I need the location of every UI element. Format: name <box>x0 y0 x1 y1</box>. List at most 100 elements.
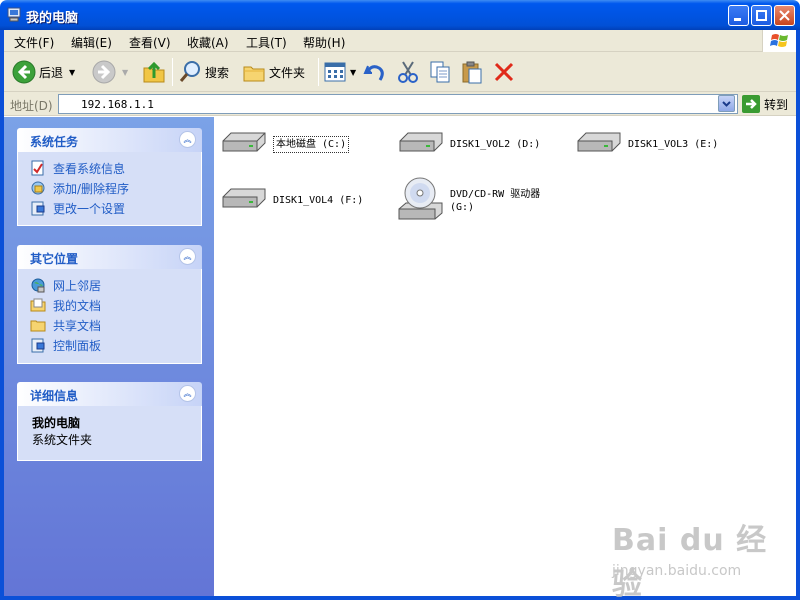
views-icon <box>324 62 346 82</box>
hard-disk-icon <box>222 132 266 152</box>
control-panel-icon <box>31 201 45 216</box>
copy-icon <box>430 61 450 83</box>
close-button[interactable] <box>774 5 795 26</box>
details-body: 我的电脑 系统文件夹 <box>17 406 202 461</box>
network-places-icon <box>31 278 45 293</box>
collapse-chevron-icon[interactable]: ︽ <box>179 385 196 402</box>
window-title: 我的电脑 <box>26 11 79 26</box>
dvd-drive-icon <box>398 177 443 220</box>
system-tasks-header[interactable]: 系统任务 ︽ <box>17 128 202 152</box>
place-label: 我的文档 <box>53 298 102 313</box>
search-button[interactable]: 搜索 <box>178 52 229 92</box>
address-bar: 地址(D) 192.168.1.1 转到 <box>4 92 796 116</box>
drive-list: 本地磁盘 (C:) DISK1_VOL2 (D:) DISK1_VOL3 (E:… <box>214 117 796 600</box>
task-view-system-info[interactable]: 查看系统信息 <box>18 158 201 178</box>
up-folder-button[interactable] <box>142 52 166 92</box>
details-description: 系统文件夹 <box>32 433 93 447</box>
place-network-neighborhood[interactable]: 网上邻居 <box>18 275 201 295</box>
system-info-icon <box>31 160 44 176</box>
details-panel: 详细信息 ︽ 我的电脑 系统文件夹 <box>17 382 202 461</box>
back-arrow-icon <box>12 60 36 84</box>
go-button[interactable]: 转到 <box>742 95 788 113</box>
place-label: 共享文档 <box>53 318 102 333</box>
task-add-remove-programs[interactable]: 添加/删除程序 <box>18 178 201 198</box>
delete-button[interactable] <box>492 52 516 92</box>
address-label: 地址(D) <box>10 99 53 113</box>
toolbar: 后退 ▼ ▼ 搜索 文件夹 ▼ <box>4 52 796 92</box>
drive-label-line1: DVD/CD-RW 驱动器 <box>450 189 541 200</box>
back-button[interactable]: 后退 ▼ <box>12 52 75 92</box>
control-panel-icon <box>31 338 45 353</box>
other-places-title: 其它位置 <box>30 252 79 266</box>
undo-button[interactable] <box>362 52 388 92</box>
paste-button[interactable] <box>460 52 484 92</box>
windows-logo <box>762 30 796 52</box>
address-dropdown-button[interactable] <box>718 95 735 112</box>
other-places-header[interactable]: 其它位置 ︽ <box>17 245 202 269</box>
forward-arrow-icon <box>92 60 116 84</box>
collapse-chevron-icon[interactable]: ︽ <box>179 248 196 265</box>
menu-file[interactable]: 文件(F) <box>14 34 54 51</box>
menu-view[interactable]: 查看(V) <box>129 34 171 51</box>
menu-favorites[interactable]: 收藏(A) <box>187 34 229 51</box>
maximize-icon <box>756 10 767 21</box>
drive-label: DVD/CD-RW 驱动器 (G:) <box>450 188 540 214</box>
menu-help[interactable]: 帮助(H) <box>303 34 345 51</box>
other-places-panel: 其它位置 ︽ 网上邻居 我的文档 共享文档 控制面板 <box>17 245 202 364</box>
copy-button[interactable] <box>428 52 452 92</box>
undo-icon <box>363 65 384 81</box>
place-label: 控制面板 <box>53 338 102 353</box>
place-label: 网上邻居 <box>53 278 102 293</box>
views-button[interactable]: ▼ <box>324 52 356 92</box>
computer-icon <box>7 7 21 22</box>
forward-dropdown-icon[interactable]: ▼ <box>122 68 128 77</box>
task-label: 更改一个设置 <box>53 201 126 216</box>
watermark-sub: jingyan.baidu.com <box>612 563 742 579</box>
cut-button[interactable] <box>396 52 420 92</box>
drive-label: DISK1_VOL3 (E:) <box>628 138 719 150</box>
collapse-chevron-icon[interactable]: ︽ <box>179 131 196 148</box>
task-change-setting[interactable]: 更改一个设置 <box>18 198 201 218</box>
place-control-panel[interactable]: 控制面板 <box>18 335 201 355</box>
add-remove-programs-icon <box>31 181 45 195</box>
address-input[interactable]: 192.168.1.1 <box>58 94 738 114</box>
drive-label: 本地磁盘 (C:) <box>273 135 350 153</box>
other-places-body: 网上邻居 我的文档 共享文档 控制面板 <box>17 269 202 364</box>
views-dropdown-icon[interactable]: ▼ <box>350 68 356 77</box>
place-shared-documents[interactable]: 共享文档 <box>18 315 201 335</box>
system-tasks-title: 系统任务 <box>30 135 79 149</box>
details-name: 我的电脑 <box>32 416 81 430</box>
chevron-down-icon <box>722 101 731 107</box>
task-label: 添加/删除程序 <box>53 181 130 196</box>
shared-folder-icon <box>30 320 46 332</box>
hard-disk-icon <box>222 188 266 208</box>
minimize-icon <box>734 18 741 21</box>
details-title: 详细信息 <box>30 389 79 403</box>
drive-label-line2: (G:) <box>450 202 475 213</box>
drive-e[interactable]: DISK1_VOL3 (E:) <box>574 129 718 159</box>
toolbar-separator <box>172 58 173 86</box>
folders-button[interactable]: 文件夹 <box>242 52 305 92</box>
maximize-button[interactable] <box>751 5 772 26</box>
place-my-documents[interactable]: 我的文档 <box>18 295 201 315</box>
drive-d[interactable]: DISK1_VOL2 (D:) <box>396 129 540 159</box>
forward-button[interactable]: ▼ <box>92 52 128 92</box>
details-header[interactable]: 详细信息 ︽ <box>17 382 202 406</box>
menu-edit[interactable]: 编辑(E) <box>71 34 112 51</box>
drive-label: DISK1_VOL4 (F:) <box>273 194 364 206</box>
drive-f[interactable]: DISK1_VOL4 (F:) <box>219 185 363 215</box>
drive-g[interactable]: DVD/CD-RW 驱动器 (G:) <box>396 175 540 227</box>
title-bar[interactable]: 我的电脑 <box>0 0 800 30</box>
toolbar-separator <box>318 58 319 86</box>
delete-x-icon <box>494 62 514 82</box>
my-documents-icon <box>30 298 46 312</box>
hard-disk-icon <box>399 132 443 152</box>
task-label: 查看系统信息 <box>53 161 126 176</box>
folders-label: 文件夹 <box>269 65 306 80</box>
back-label: 后退 <box>39 65 64 80</box>
drive-c[interactable]: 本地磁盘 (C:) <box>219 129 350 159</box>
menu-tools[interactable]: 工具(T) <box>246 34 287 51</box>
search-icon <box>179 61 200 82</box>
back-dropdown-icon[interactable]: ▼ <box>69 68 75 77</box>
minimize-button[interactable] <box>728 5 749 26</box>
